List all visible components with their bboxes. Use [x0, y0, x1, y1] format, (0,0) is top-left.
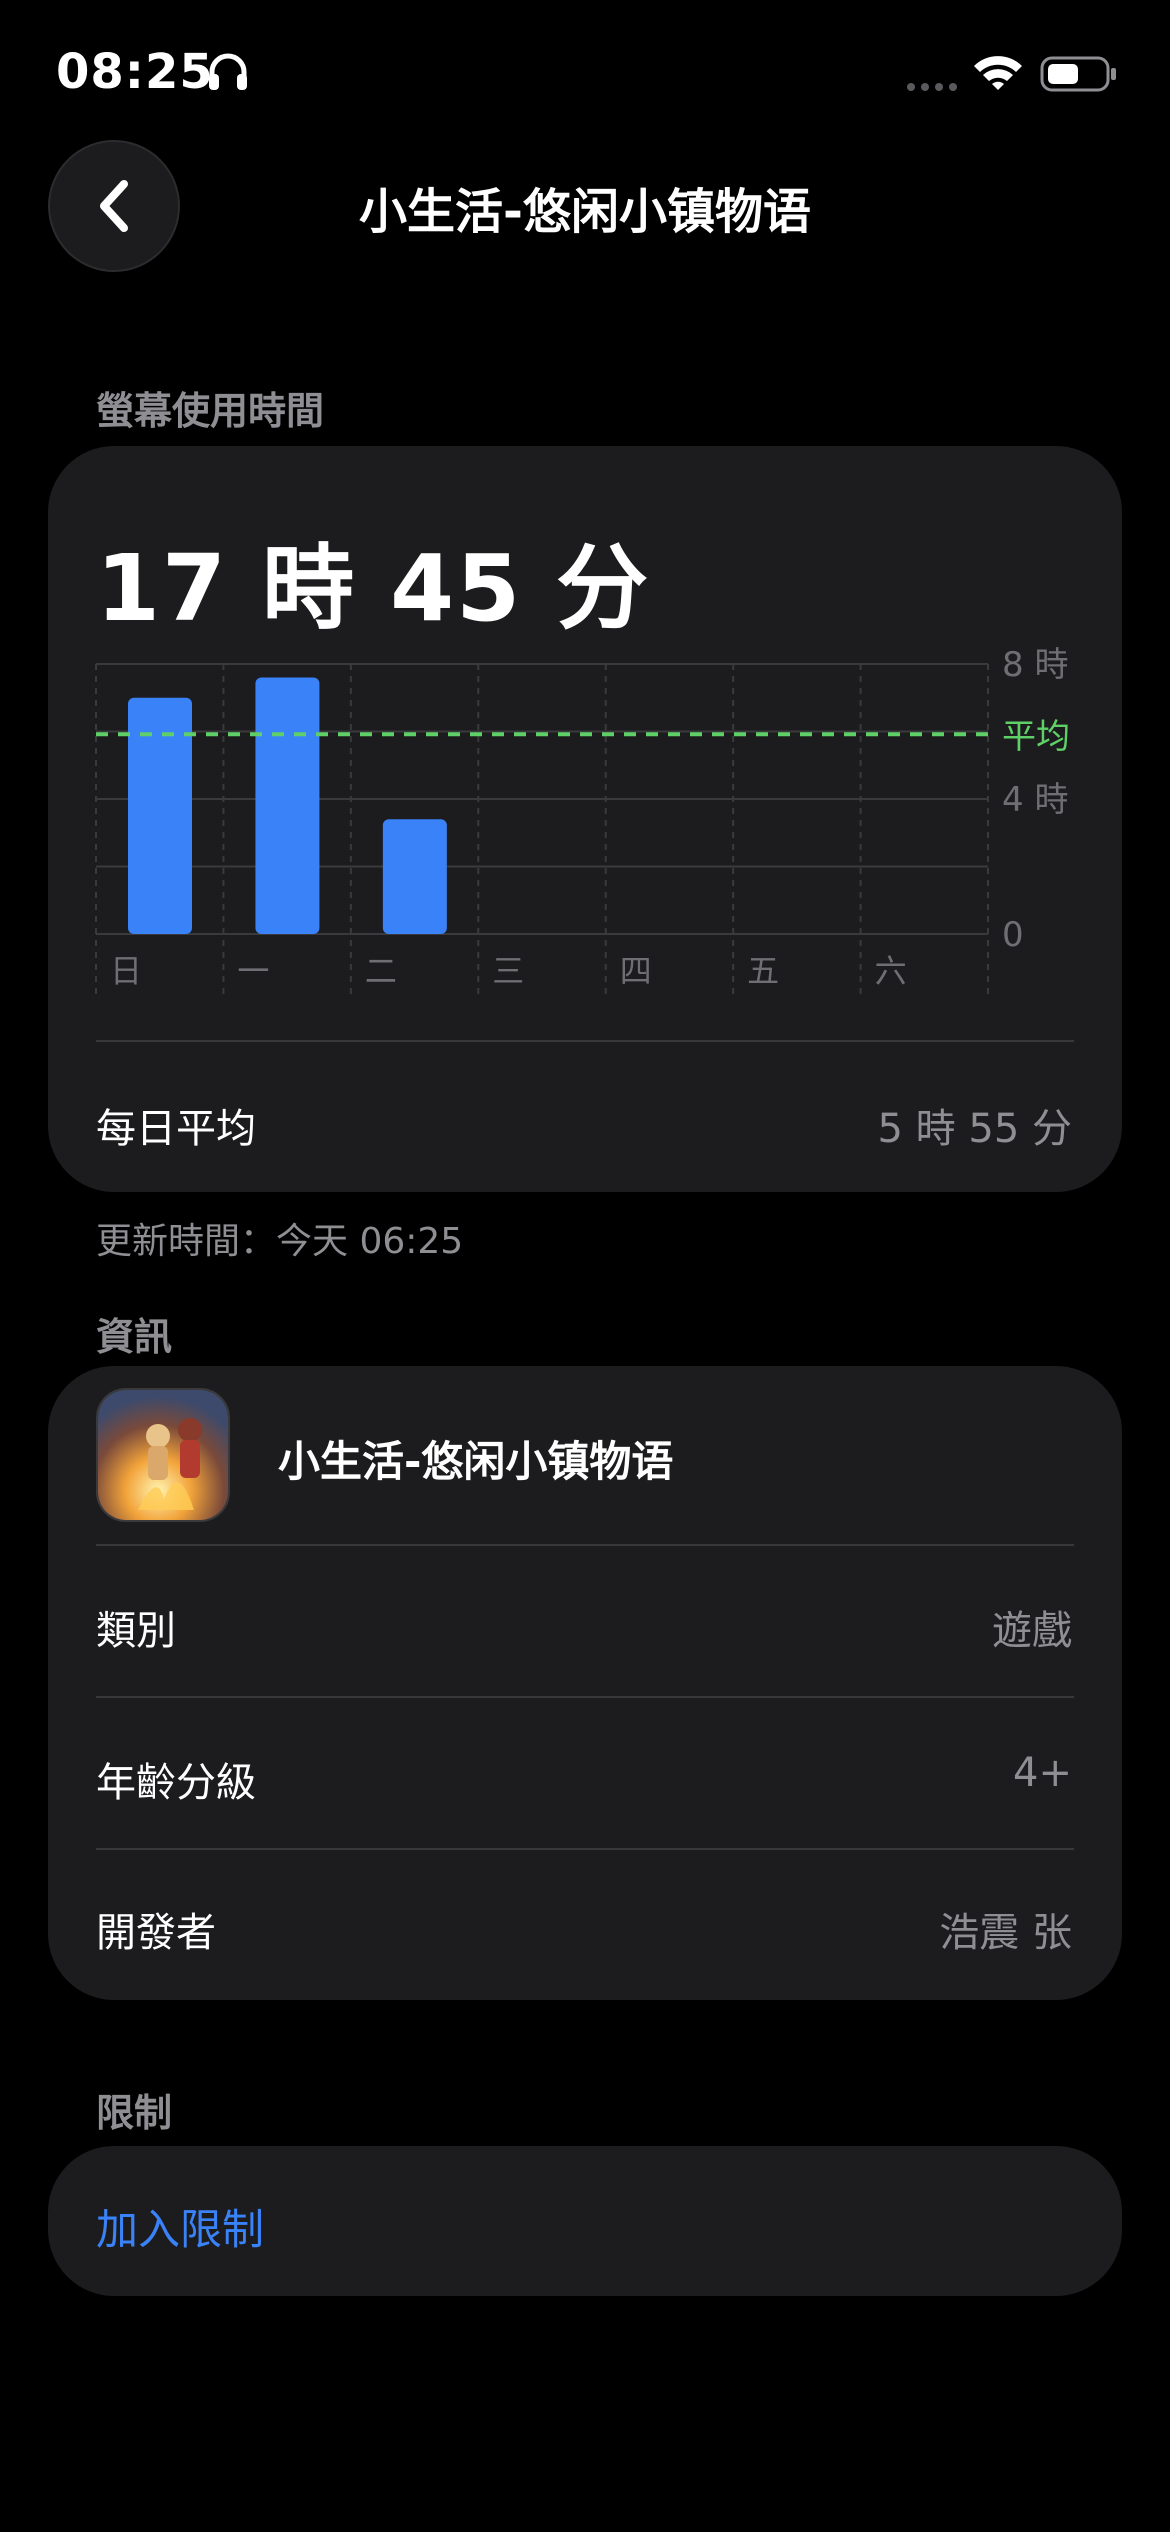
x-tick-label: 六 — [875, 952, 907, 990]
screen-time-section-label: 螢幕使用時間 — [96, 389, 325, 433]
age-rating-value: 4+ — [1013, 1750, 1072, 1796]
divider — [96, 1696, 1074, 1698]
info-card: 小生活-悠闲小镇物语 類別 遊戲 年齡分級 4+ 開發者 浩震 张 — [48, 1366, 1122, 2000]
wifi-icon — [974, 56, 1022, 90]
page-title: 小生活-悠闲小镇物语 — [359, 184, 811, 240]
bar-日 — [128, 697, 192, 934]
limits-card: 加入限制 — [48, 2146, 1122, 2296]
app-name: 小生活-悠闲小镇物语 — [278, 1437, 674, 1486]
y-tick-label: 0 — [1002, 915, 1024, 955]
y-tick-label: 4 時 — [1002, 780, 1068, 820]
divider — [96, 1544, 1074, 1546]
x-tick-label: 五 — [747, 952, 779, 990]
y-tick-label: 8 時 — [1002, 645, 1068, 685]
bar-二 — [382, 819, 447, 934]
headphone-icon — [209, 53, 247, 90]
age-rating-label: 年齡分級 — [96, 1760, 256, 1806]
developer-label: 開發者 — [96, 1910, 216, 1956]
battery-icon — [1040, 56, 1116, 92]
x-tick-label: 二 — [365, 952, 397, 990]
info-section-label: 資訊 — [96, 1315, 173, 1359]
category-value: 遊戲 — [992, 1608, 1072, 1654]
x-tick-label: 日 — [110, 952, 142, 990]
app-icon — [96, 1388, 230, 1522]
average-label: 平均 — [1002, 717, 1070, 757]
category-label: 類別 — [96, 1608, 176, 1654]
developer-value: 浩震 张 — [939, 1910, 1072, 1956]
status-bar: 08:25 — [0, 0, 1170, 140]
add-limit-button[interactable]: 加入限制 — [96, 2196, 264, 2257]
screen-time-card: 17 時 45 分 平均 8 時4 時0日一二三四五六 每日平均 5 時 55 分 — [48, 446, 1122, 1192]
daily-average-value: 5 時 55 分 — [877, 1106, 1073, 1152]
status-time: 08:25 — [56, 44, 214, 100]
bar-一 — [255, 677, 320, 934]
divider — [96, 1848, 1074, 1850]
usage-bar-chart: 平均 8 時 4 時 0 日 一 二 三 四 五 六 — [95, 645, 1070, 994]
x-tick-label: 四 — [620, 952, 652, 990]
limits-section-label: 限制 — [96, 2091, 173, 2135]
x-tick-label: 三 — [492, 952, 524, 990]
back-button[interactable] — [48, 140, 180, 272]
divider — [96, 1040, 1074, 1042]
signal-icon — [907, 83, 957, 91]
update-time: 更新時間：今天 06:25 — [96, 1221, 464, 1262]
daily-average-label: 每日平均 — [96, 1106, 256, 1152]
x-tick-label: 一 — [237, 952, 269, 990]
screen: 08:25 小生活-悠闲小镇物语 螢幕使用時間 17 時 45 分 平均 8 時… — [0, 0, 1170, 2532]
chevron-left-icon — [100, 180, 128, 232]
